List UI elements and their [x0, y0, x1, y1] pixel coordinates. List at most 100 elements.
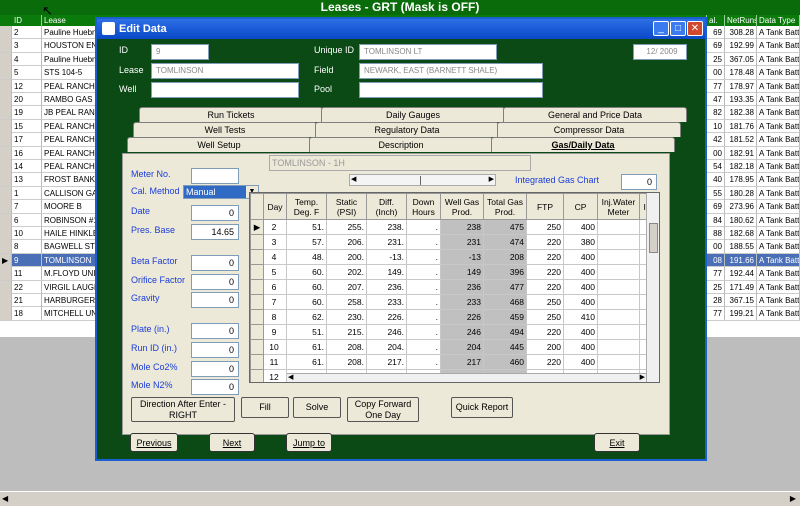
scroll-left-icon[interactable]: ◀ [288, 373, 293, 381]
mole-n2-field[interactable]: 0 [191, 379, 239, 395]
daily-row[interactable]: 11 61. 208. 217.. 217 460 220 400 [250, 354, 655, 370]
row-indicator[interactable] [0, 160, 12, 173]
daily-cell[interactable]: 226 [440, 309, 484, 325]
daily-col-header[interactable]: Total Gas Prod. [483, 193, 527, 220]
exit-button[interactable]: Exit [594, 433, 640, 452]
daily-cell[interactable]: 220 [526, 234, 564, 250]
daily-cell[interactable]: 12 [263, 369, 287, 382]
daily-cell[interactable]: 250 [526, 219, 564, 235]
daily-col-header[interactable]: FTP [526, 193, 564, 220]
gravity-field[interactable]: 0 [191, 292, 239, 308]
daily-cell[interactable]: 200. [326, 249, 367, 265]
date-field[interactable]: 0 [191, 205, 239, 221]
pres-base-field[interactable]: 14.65 [191, 224, 239, 240]
daily-cell[interactable] [597, 294, 640, 310]
row-indicator[interactable] [0, 146, 12, 160]
daily-cell[interactable]: 208. [326, 354, 367, 370]
scroll-thumb[interactable] [420, 176, 421, 185]
daily-cell[interactable]: 6 [263, 279, 287, 295]
solve-button[interactable]: Solve [293, 397, 341, 418]
daily-cell[interactable]: 149 [440, 264, 484, 280]
tab-general-price[interactable]: General and Price Data [503, 107, 687, 122]
daily-cell[interactable]: 57. [286, 234, 327, 250]
col-netruns-header[interactable]: NetRuns [725, 15, 757, 26]
daily-row[interactable]: 4 48. 200. -13.. -13 208 220 400 [250, 249, 655, 265]
scroll-right-icon[interactable]: ▶ [790, 494, 796, 503]
row-selector[interactable] [250, 369, 264, 382]
daily-cell[interactable]: . [406, 354, 441, 370]
daily-row[interactable]: ▶ 2 51. 255. 238.. 238 475 250 400 [250, 219, 655, 235]
row-indicator[interactable] [0, 52, 12, 66]
daily-cell[interactable]: 400 [563, 354, 598, 370]
daily-cell[interactable]: 11 [263, 354, 287, 370]
row-indicator[interactable] [0, 294, 12, 307]
daily-cell[interactable]: 200 [526, 339, 564, 355]
daily-cell[interactable]: 380 [563, 234, 598, 250]
daily-cell[interactable]: 149. [366, 264, 407, 280]
daily-cell[interactable]: -13 [440, 249, 484, 265]
quick-report-button[interactable]: Quick Report [451, 397, 513, 418]
row-indicator[interactable] [0, 133, 12, 147]
orifice-factor-field[interactable]: 0 [191, 274, 239, 290]
daily-row[interactable]: 5 60. 202. 149.. 149 396 220 400 [250, 264, 655, 280]
tab-gas-daily[interactable]: Gas/Daily Data [491, 137, 675, 152]
daily-cell[interactable]: 231 [440, 234, 484, 250]
daily-cell[interactable]: . [406, 219, 441, 235]
daily-cell[interactable]: 258. [326, 294, 367, 310]
field-field[interactable]: NEWARK, EAST (BARNETT SHALE) [359, 63, 543, 79]
daily-row[interactable]: 10 61. 208. 204.. 204 445 200 400 [250, 339, 655, 355]
tab-compressor[interactable]: Compressor Data [497, 122, 681, 137]
daily-cell[interactable] [597, 354, 640, 370]
row-selector[interactable] [250, 354, 264, 370]
row-indicator[interactable] [0, 240, 12, 254]
scroll-right-icon[interactable]: ▶ [640, 373, 645, 381]
row-indicator[interactable] [0, 227, 12, 240]
row-indicator[interactable] [0, 119, 12, 133]
row-selector[interactable] [250, 264, 264, 280]
daily-col-header[interactable]: Static (PSI) [326, 193, 367, 220]
daily-col-header[interactable]: Down Hours [406, 193, 441, 220]
row-indicator[interactable] [0, 39, 12, 53]
daily-cell[interactable]: 231. [366, 234, 407, 250]
row-selector[interactable] [250, 339, 264, 355]
pool-field[interactable] [359, 82, 543, 98]
daily-cell[interactable]: . [406, 279, 441, 295]
daily-cell[interactable]: . [406, 249, 441, 265]
daily-row[interactable]: 8 62. 230. 226.. 226 459 250 410 [250, 309, 655, 325]
tab-description[interactable]: Description [309, 137, 493, 152]
close-button[interactable]: ✕ [687, 21, 703, 36]
daily-cell[interactable]: 220 [526, 249, 564, 265]
row-indicator[interactable] [0, 93, 12, 106]
daily-cell[interactable]: 206. [326, 234, 367, 250]
scroll-left-icon[interactable]: ◀ [2, 494, 8, 503]
daily-cell[interactable]: 208. [326, 339, 367, 355]
cal-method-select[interactable]: Manual ▼ [183, 185, 259, 199]
col-datatype-header[interactable]: Data Type [757, 15, 800, 26]
row-indicator[interactable] [0, 267, 12, 281]
daily-cell[interactable]: . [406, 294, 441, 310]
direction-after-enter-button[interactable]: Direction After Enter - RIGHT [131, 397, 235, 422]
daily-row[interactable]: 6 60. 207. 236.. 236 477 220 400 [250, 279, 655, 295]
daily-cell[interactable]: 494 [483, 324, 527, 340]
daily-cell[interactable]: 410 [563, 309, 598, 325]
daily-cell[interactable]: 400 [563, 339, 598, 355]
daily-row[interactable]: 9 51. 215. 246.. 246 494 220 400 [250, 324, 655, 340]
daily-col-header[interactable]: CP [563, 193, 598, 220]
daily-col-header[interactable]: Temp. Deg. F [286, 193, 327, 220]
row-selector[interactable] [250, 249, 264, 265]
daily-cell[interactable]: 5 [263, 264, 287, 280]
plate-field[interactable]: 0 [191, 323, 239, 339]
daily-cell[interactable]: 400 [563, 324, 598, 340]
row-indicator[interactable] [0, 280, 12, 294]
well-field[interactable] [151, 82, 299, 98]
daily-cell[interactable]: 220 [526, 279, 564, 295]
daily-cell[interactable]: 460 [483, 354, 527, 370]
well-scrollbar[interactable]: ◀ ▶ [349, 174, 496, 186]
daily-cell[interactable] [597, 309, 640, 325]
daily-cell[interactable]: 220 [526, 354, 564, 370]
daily-cell[interactable]: 51. [286, 324, 327, 340]
id-field[interactable]: 9 [151, 44, 209, 60]
daily-cell[interactable]: . [406, 309, 441, 325]
tab-well-tests[interactable]: Well Tests [133, 122, 317, 137]
row-selector[interactable] [250, 279, 264, 295]
